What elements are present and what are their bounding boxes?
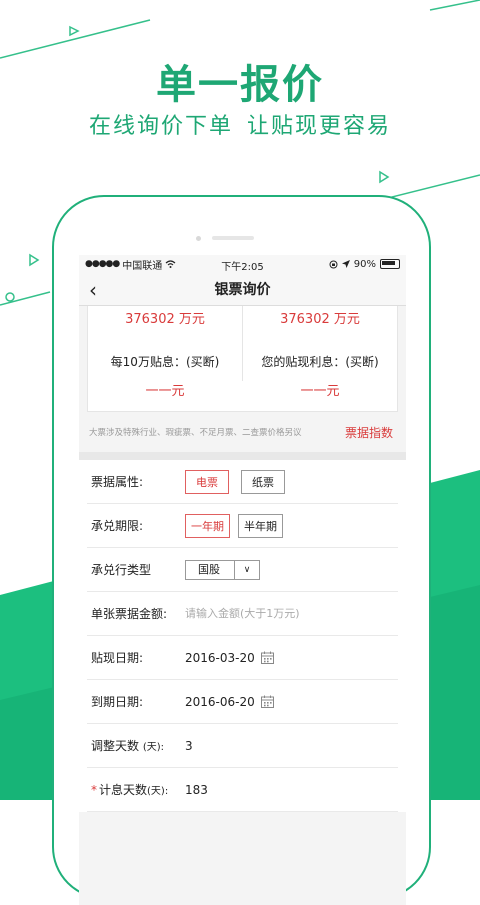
discount-date-label: 贴现日期:	[91, 651, 144, 665]
your-interest-value: 一一元	[300, 384, 340, 399]
bill-attr-label: 票据属性:	[91, 475, 144, 489]
discount-date-value[interactable]: 2016-03-20	[185, 651, 255, 665]
due-date-label: 到期日期:	[91, 695, 144, 709]
per-100k-value: 一一元	[145, 384, 185, 399]
amount-right: 376302 万元	[280, 312, 360, 327]
note-row: 大票涉及特殊行业、瑕疵票、不足月票、二查票价格另议 票据指数	[79, 412, 406, 452]
phone-speaker	[212, 236, 254, 240]
quote-summary: 376302 万元 376302 万元 每10万贴息：(买断) 您的贴现利息：(…	[87, 306, 398, 412]
phone-camera	[196, 236, 201, 241]
term-label: 承兑期限:	[91, 519, 144, 533]
discount-date-row: 贴现日期: 2016-03-20	[87, 636, 398, 680]
status-bar: ●●●●● 中国联通 下午2:05 90%	[79, 255, 406, 273]
hero-subtitle-part2: 让贴现更容易	[247, 114, 392, 139]
calendar-icon[interactable]	[260, 695, 274, 708]
bill-attr-row: 票据属性: 电票 纸票	[87, 460, 398, 504]
section-divider	[79, 452, 406, 460]
term-one-year-option[interactable]: 一年期	[185, 513, 230, 538]
chevron-down-icon: ∨	[243, 564, 251, 575]
bank-type-select[interactable]: 国股 ∨	[185, 559, 260, 580]
hero-title: 单一报价	[156, 62, 324, 108]
due-date-row: 到期日期: 2016-06-20	[87, 680, 398, 724]
amount-input[interactable]	[185, 607, 325, 620]
due-date-value[interactable]: 2016-06-20	[185, 695, 255, 709]
your-interest-label: 您的贴现利息：(买断)	[261, 355, 379, 369]
battery-icon	[380, 259, 400, 269]
interest-days-row: * 计息天数(天): 183	[87, 768, 398, 812]
app-screen: ●●●●● 中国联通 下午2:05 90% ‹ 银票询价 376302 万元 3…	[79, 255, 406, 905]
amount-row: 单张票据金额:	[87, 592, 398, 636]
amount-label: 单张票据金额:	[91, 607, 168, 621]
term-half-year-option[interactable]: 半年期	[238, 513, 283, 538]
adjust-days-value: 3	[185, 738, 193, 753]
phone-frame: ●●●●● 中国联通 下午2:05 90% ‹ 银票询价 376302 万元 3…	[52, 195, 431, 905]
per-100k-label: 每10万贴息：(买断)	[110, 355, 220, 369]
hero-subtitle-part1: 在线询价下单	[88, 114, 233, 139]
bank-type-label: 承兑行类型	[91, 563, 152, 577]
interest-days-label: * 计息天数(天):	[91, 783, 169, 797]
bill-index-link[interactable]: 票据指数	[345, 424, 393, 441]
calendar-icon[interactable]	[260, 651, 274, 664]
bill-attr-electronic-option[interactable]: 电票	[185, 469, 229, 494]
back-chevron-icon[interactable]: ‹	[89, 278, 97, 302]
adjust-days-row: 调整天数 (天): 3	[87, 724, 398, 768]
nav-bar: ‹ 银票询价	[79, 273, 406, 306]
pricing-note: 大票涉及特殊行业、瑕疵票、不足月票、二查票价格另议	[89, 428, 302, 438]
bank-type-value: 国股	[186, 560, 235, 579]
status-time: 下午2:05	[221, 262, 264, 273]
inquiry-form: 票据属性: 电票 纸票 承兑期限: 一年期 半年期 承兑行类型 国股 ∨ 单张票…	[79, 460, 406, 812]
page-title: 银票询价	[214, 282, 271, 298]
term-row: 承兑期限: 一年期 半年期	[87, 504, 398, 548]
hero-subtitle: 在线询价下单 让贴现更容易	[0, 108, 480, 140]
bill-attr-paper-option[interactable]: 纸票	[241, 469, 285, 494]
adjust-days-label: 调整天数 (天):	[91, 739, 165, 753]
amount-left: 376302 万元	[125, 312, 205, 327]
bank-type-row: 承兑行类型 国股 ∨	[87, 548, 398, 592]
interest-days-value: 183	[185, 782, 208, 797]
